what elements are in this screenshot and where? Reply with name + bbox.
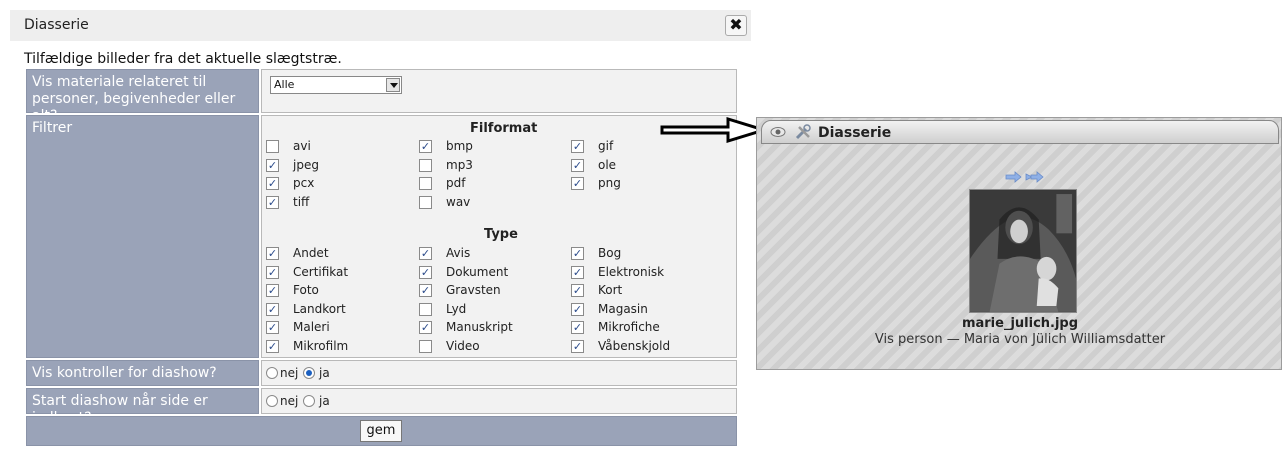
- save-button[interactable]: gem: [360, 420, 402, 442]
- save-bar: gem: [26, 416, 737, 446]
- type-checkbox-kort[interactable]: ✓: [571, 284, 584, 297]
- filformat-checkbox-mp3[interactable]: [419, 158, 432, 172]
- filformat-checkbox-gif[interactable]: ✓: [571, 140, 584, 153]
- filformat-label-wav: wav: [446, 194, 471, 209]
- start-nej-label: nej: [280, 394, 299, 408]
- type-label-foto: Foto: [293, 283, 319, 297]
- type-checkbox-landkort[interactable]: ✓: [266, 302, 279, 316]
- type-label-maleri: Maleri: [293, 320, 330, 334]
- type-checkbox-avis[interactable]: ✓: [419, 247, 432, 260]
- type-checkbox-elektronisk[interactable]: ✓: [571, 265, 584, 279]
- materiale-label: Vis materiale relateret til personer, be…: [26, 69, 259, 124]
- type-checkbox-foto[interactable]: ✓: [266, 284, 279, 297]
- type-label-manuskript: Manuskript: [446, 320, 513, 334]
- kontroller-ja-radio[interactable]: [303, 367, 315, 379]
- filformat-label-ole: ole: [598, 157, 617, 172]
- close-button[interactable]: ✖: [725, 15, 747, 36]
- type-label-mikrofiche: Mikrofiche: [598, 320, 660, 334]
- filformat-label-pcx: pcx: [293, 176, 315, 190]
- type-label-vaabenskjold: Våbenskjold: [598, 338, 671, 353]
- filformat-checkbox-tiff[interactable]: ✓: [266, 195, 279, 209]
- type-checkbox-gravsten[interactable]: ✓: [419, 284, 432, 297]
- last-arrow-icon[interactable]: [1025, 171, 1044, 183]
- type-label-elektronisk: Elektronisk: [598, 264, 665, 279]
- tools-icon[interactable]: [794, 124, 812, 140]
- view-person-link[interactable]: Vis person — Maria von Jülich Williamsda…: [757, 332, 1283, 347]
- filformat-label-pdf: pdf: [446, 176, 466, 190]
- slideshow-photo[interactable]: [969, 189, 1077, 313]
- type-checkbox-mikrofiche[interactable]: ✓: [571, 321, 584, 334]
- type-checkbox-video[interactable]: [419, 339, 432, 353]
- filtrer-label: Filtrer: [26, 115, 259, 358]
- kontroller-nej-label: nej: [280, 366, 299, 380]
- type-label-andet: Andet: [293, 246, 329, 260]
- type-label-certifikat: Certifikat: [293, 264, 349, 279]
- materiale-select[interactable]: Alle: [270, 76, 402, 94]
- type-label-magasin: Magasin: [598, 301, 648, 316]
- filformat-checkbox-avi[interactable]: [266, 140, 279, 153]
- type-label-kort: Kort: [598, 283, 623, 297]
- filformat-label-png: png: [598, 176, 621, 190]
- filformat-checkbox-pdf[interactable]: [419, 177, 432, 190]
- filformat-checkbox-ole[interactable]: ✓: [571, 158, 584, 172]
- filformat-heading: Filformat: [470, 121, 538, 136]
- next-arrow-icon[interactable]: [1005, 171, 1022, 183]
- dialog-titlebar: Diasserie ✖: [10, 10, 751, 41]
- filformat-label-bmp: bmp: [446, 139, 473, 153]
- type-checkbox-magasin[interactable]: ✓: [571, 302, 584, 316]
- filformat-checkbox-png[interactable]: ✓: [571, 177, 584, 190]
- chevron-down-icon[interactable]: [386, 78, 400, 92]
- filformat-checkbox-bmp[interactable]: ✓: [419, 140, 432, 153]
- widget-title: Diasserie: [818, 125, 892, 141]
- kontroller-nej-radio[interactable]: [266, 367, 278, 379]
- kontroller-value-cell: nej ja: [261, 360, 737, 386]
- type-label-video: Video: [446, 338, 480, 353]
- filformat-label-mp3: mp3: [446, 157, 473, 172]
- filformat-label-tiff: tiff: [293, 194, 310, 209]
- materiale-value-cell: Alle: [261, 69, 737, 113]
- photo-file-name: marie_julich.jpg: [961, 316, 1079, 331]
- type-checkbox-manuskript[interactable]: ✓: [419, 321, 432, 334]
- type-label-landkort: Landkort: [293, 301, 346, 316]
- type-heading: Type: [484, 227, 518, 242]
- settings-dialog: Diasserie ✖ Tilfældige billeder fra det …: [10, 10, 751, 452]
- type-checkbox-bog[interactable]: ✓: [571, 247, 584, 260]
- start-ja-radio[interactable]: [303, 395, 315, 407]
- start-value-cell: nej ja: [261, 388, 737, 414]
- type-label-gravsten: Gravsten: [446, 283, 501, 297]
- filformat-label-avi: avi: [293, 139, 311, 153]
- type-label-avis: Avis: [446, 246, 471, 260]
- type-label-lyd: Lyd: [446, 301, 467, 316]
- type-checkbox-mikrofilm[interactable]: ✓: [266, 339, 279, 353]
- widget-titlebar: Diasserie: [761, 120, 1279, 144]
- kontroller-ja-label: ja: [319, 366, 330, 380]
- filformat-label-gif: gif: [598, 139, 614, 153]
- slideshow-nav: [1005, 171, 1044, 183]
- filformat-checkbox-wav[interactable]: [419, 195, 432, 209]
- start-ja-label: ja: [319, 394, 330, 408]
- type-label-dokument: Dokument: [446, 264, 509, 279]
- type-checkbox-andet[interactable]: ✓: [266, 247, 279, 260]
- start-label: Start diashow når side er indlæst?: [26, 388, 259, 426]
- type-checkbox-vaabenskjold[interactable]: ✓: [571, 339, 584, 353]
- intro-text: Tilfældige billeder fra det aktuelle slæ…: [24, 51, 342, 67]
- type-label-bog: Bog: [598, 246, 622, 260]
- type-label-mikrofilm: Mikrofilm: [293, 338, 349, 353]
- filter-cell: Filformat Type avi ✓ bmp ✓ gif ✓ jpeg mp3 ✓ ole ✓ p…: [261, 115, 737, 358]
- pointer-arrow-icon: [660, 116, 770, 144]
- eye-icon[interactable]: [770, 125, 786, 139]
- kontroller-label: Vis kontroller for diashow?: [26, 360, 259, 386]
- type-checkbox-dokument[interactable]: ✓: [419, 265, 432, 279]
- dialog-title: Diasserie: [24, 17, 89, 33]
- type-checkbox-certifikat[interactable]: ✓: [266, 265, 279, 279]
- type-checkbox-maleri[interactable]: ✓: [266, 321, 279, 334]
- diasserie-widget: Diasserie marie_julich.jpg Vis person — …: [756, 117, 1282, 370]
- filformat-checkbox-jpeg[interactable]: ✓: [266, 158, 279, 172]
- filformat-checkbox-pcx[interactable]: ✓: [266, 177, 279, 190]
- start-nej-radio[interactable]: [266, 395, 278, 407]
- materiale-select-value: Alle: [274, 78, 295, 91]
- filformat-label-jpeg: jpeg: [293, 157, 319, 172]
- type-checkbox-lyd[interactable]: [419, 302, 432, 316]
